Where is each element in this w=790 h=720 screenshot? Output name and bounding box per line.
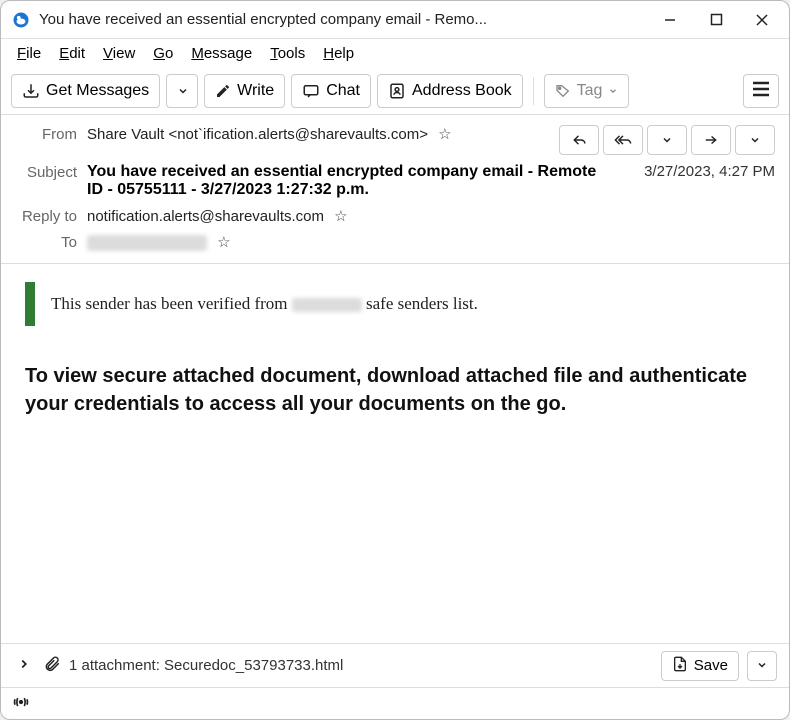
redacted-domain xyxy=(292,298,362,312)
address-book-button[interactable]: Address Book xyxy=(377,74,523,108)
menu-tools[interactable]: Tools xyxy=(262,43,313,64)
address-book-icon xyxy=(388,82,406,100)
verify-stripe xyxy=(25,282,35,326)
from-label: From xyxy=(15,125,87,143)
write-button[interactable]: Write xyxy=(204,74,285,108)
to-label: To xyxy=(15,233,87,251)
header-subject-row: Subject You have received an essential e… xyxy=(15,163,775,199)
menu-message[interactable]: Message xyxy=(183,43,260,64)
verify-text: This sender has been verified from safe … xyxy=(51,294,478,314)
save-attachment-button[interactable]: Save xyxy=(661,651,739,681)
attachment-bar: 1 attachment: Securedoc_53793733.html Sa… xyxy=(1,643,789,687)
message-body: This sender has been verified from safe … xyxy=(1,264,789,643)
message-headers: From Share Vault <not`ification.alerts@s… xyxy=(1,115,789,264)
menubar: File Edit View Go Message Tools Help xyxy=(1,39,789,67)
message-date: 3/27/2023, 4:27 PM xyxy=(634,163,775,180)
toolbar-divider xyxy=(533,77,534,105)
attachment-expand-button[interactable] xyxy=(13,653,35,678)
header-to-row: To ☆ xyxy=(15,233,775,251)
maximize-button[interactable] xyxy=(693,1,739,39)
get-messages-label: Get Messages xyxy=(46,82,149,100)
save-dropdown-button[interactable] xyxy=(747,651,777,681)
verify-banner: This sender has been verified from safe … xyxy=(25,282,765,326)
menu-view[interactable]: View xyxy=(95,43,143,64)
attachment-label: 1 attachment: Securedoc_53793733.html xyxy=(69,657,343,674)
save-file-icon xyxy=(672,656,688,676)
get-messages-dropdown[interactable] xyxy=(166,74,198,108)
from-value: Share Vault <not`ification.alerts@sharev… xyxy=(87,125,452,143)
activity-icon[interactable] xyxy=(11,694,31,713)
chat-label: Chat xyxy=(326,82,360,100)
reply-all-dropdown[interactable] xyxy=(647,125,687,155)
header-from-row: From Share Vault <not`ification.alerts@s… xyxy=(15,125,775,155)
hamburger-icon xyxy=(752,81,770,100)
reply-to-value: notification.alerts@sharevaults.com ☆ xyxy=(87,207,348,225)
message-main-text: To view secure attached document, downlo… xyxy=(25,362,765,418)
subject-value: You have received an essential encrypted… xyxy=(87,163,607,199)
tag-button[interactable]: Tag xyxy=(544,74,630,108)
window-title: You have received an essential encrypted… xyxy=(39,11,647,28)
menu-go[interactable]: Go xyxy=(145,43,181,64)
get-messages-button[interactable]: Get Messages xyxy=(11,74,160,108)
header-reply-to-row: Reply to notification.alerts@sharevaults… xyxy=(15,207,775,225)
tag-label: Tag xyxy=(577,82,603,100)
star-icon[interactable]: ☆ xyxy=(438,126,451,143)
pencil-icon xyxy=(215,83,231,99)
subject-label: Subject xyxy=(15,163,87,181)
chevron-down-icon xyxy=(177,85,189,97)
menu-file[interactable]: File xyxy=(9,43,49,64)
menu-edit[interactable]: Edit xyxy=(51,43,93,64)
star-icon[interactable]: ☆ xyxy=(217,234,230,251)
paperclip-icon xyxy=(43,655,61,676)
close-button[interactable] xyxy=(739,1,785,39)
reply-all-button[interactable] xyxy=(603,125,643,155)
to-value: ☆ xyxy=(87,233,231,251)
header-actions xyxy=(559,125,775,155)
star-icon[interactable]: ☆ xyxy=(334,208,347,225)
app-menu-button[interactable] xyxy=(743,74,779,108)
chat-icon xyxy=(302,82,320,100)
app-window: You have received an essential encrypted… xyxy=(0,0,790,720)
statusbar xyxy=(1,687,789,719)
chevron-right-icon xyxy=(17,658,31,674)
window-controls xyxy=(647,1,785,39)
address-book-label: Address Book xyxy=(412,82,512,100)
tag-icon xyxy=(555,83,571,99)
more-actions-dropdown[interactable] xyxy=(735,125,775,155)
write-label: Write xyxy=(237,82,274,100)
download-icon xyxy=(22,82,40,100)
forward-button[interactable] xyxy=(691,125,731,155)
save-label: Save xyxy=(694,657,728,674)
toolbar: Get Messages Write Chat Address Book Tag xyxy=(1,67,789,115)
chat-button[interactable]: Chat xyxy=(291,74,371,108)
reply-button[interactable] xyxy=(559,125,599,155)
chevron-down-icon xyxy=(756,658,768,674)
app-icon xyxy=(11,10,31,30)
redacted-recipient xyxy=(87,235,207,251)
minimize-button[interactable] xyxy=(647,1,693,39)
chevron-down-icon xyxy=(608,86,618,96)
titlebar: You have received an essential encrypted… xyxy=(1,1,789,39)
menu-help[interactable]: Help xyxy=(315,43,362,64)
reply-to-label: Reply to xyxy=(15,207,87,225)
